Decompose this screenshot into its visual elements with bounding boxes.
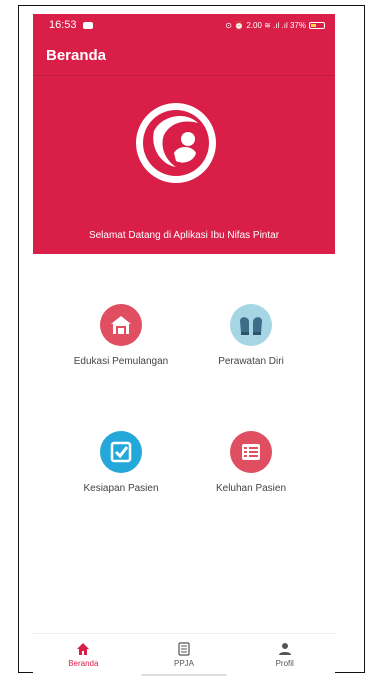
status-bar: 16:53 ⊙ ⏰ 2.00 ≋ .ıl .ıl 37% <box>33 14 335 36</box>
bottom-nav: Beranda PPJA Profil <box>33 633 335 677</box>
home-indicator <box>141 674 227 676</box>
checkbox-icon <box>100 431 142 473</box>
menu-label: Edukasi Pemulangan <box>73 356 169 367</box>
status-indicator-text: ⊙ ⏰ 2.00 ≋ .ıl .ıl 37% <box>225 20 306 30</box>
menu-label: Kesiapan Pasien <box>83 483 159 494</box>
home-icon <box>77 643 90 655</box>
nav-item-ppja[interactable]: PPJA <box>134 634 235 677</box>
nav-label: PPJA <box>174 659 195 668</box>
person-icon <box>278 643 291 655</box>
nav-label: Beranda <box>68 659 99 668</box>
list-icon <box>230 431 272 473</box>
document-icon <box>178 642 190 656</box>
status-indicators: ⊙ ⏰ 2.00 ≋ .ıl .ıl 37% <box>225 21 325 30</box>
app-bar: Beranda <box>33 36 335 76</box>
house-icon <box>100 304 142 346</box>
menu-kesiapan-pasien[interactable]: Kesiapan Pasien <box>61 431 181 494</box>
nav-item-profil[interactable]: Profil <box>234 634 335 677</box>
notification-icon <box>82 21 93 29</box>
mittens-icon <box>230 304 272 346</box>
nav-item-beranda[interactable]: Beranda <box>33 634 134 677</box>
battery-icon <box>309 21 325 29</box>
menu-keluhan-pasien[interactable]: Keluhan Pasien <box>191 431 311 494</box>
welcome-text: Selamat Datang di Aplikasi Ibu Nifas Pin… <box>88 230 280 241</box>
menu-label: Perawatan Diri <box>218 356 284 367</box>
hero-banner: Selamat Datang di Aplikasi Ibu Nifas Pin… <box>33 76 335 254</box>
mother-baby-logo-icon <box>136 103 216 183</box>
menu-edukasi-pemulangan[interactable]: Edukasi Pemulangan <box>61 304 181 367</box>
page-title: Beranda <box>46 47 107 64</box>
menu-label: Keluhan Pasien <box>215 483 287 494</box>
status-time: 16:53 <box>49 19 77 31</box>
phone-screen: 16:53 ⊙ ⏰ 2.00 ≋ .ıl .ıl 37% Beranda Sel… <box>33 14 335 677</box>
nav-label: Profil <box>275 659 294 668</box>
menu-perawatan-diri[interactable]: Perawatan Diri <box>191 304 311 367</box>
